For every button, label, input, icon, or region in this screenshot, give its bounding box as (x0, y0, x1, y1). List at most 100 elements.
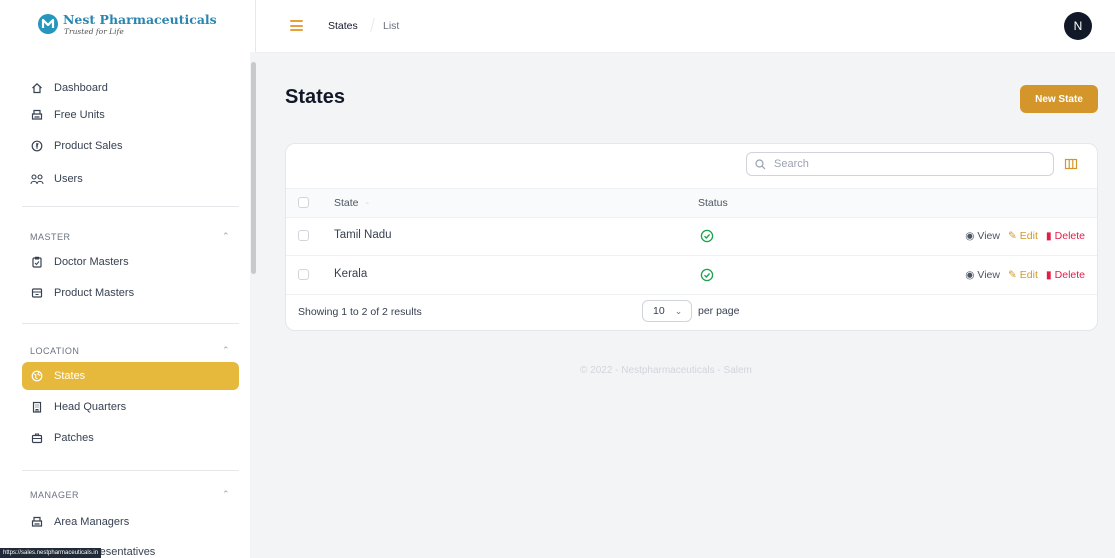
sidebar-item-states[interactable]: States (22, 362, 239, 390)
section-label-location: LOCATION (30, 346, 80, 356)
table-header: State - Status (286, 188, 1097, 218)
state-name: Kerala (334, 268, 368, 280)
sidebar-item-label: Product Sales (54, 140, 123, 152)
brand-name: Nest Pharmaceuticals (63, 12, 217, 27)
check-circle-icon (700, 229, 714, 243)
check-circle-icon (700, 268, 714, 282)
sidebar-item-doctor-masters[interactable]: Doctor Masters (22, 248, 239, 276)
archive-icon (30, 286, 44, 300)
divider (22, 323, 239, 324)
sidebar-scrollbar-thumb[interactable] (251, 62, 256, 274)
search-icon (755, 158, 766, 170)
sidebar: Nest Pharmaceuticals Trusted for Life Da… (0, 0, 256, 558)
per-page-label: per page (698, 305, 740, 317)
brand-logo-icon (38, 14, 58, 34)
column-header-state[interactable]: State - (334, 197, 369, 209)
per-page-value: 10 (653, 305, 665, 317)
chevron-up-icon[interactable]: ⌃ (222, 231, 230, 242)
sidebar-item-representatives[interactable]: resentatives (96, 546, 155, 558)
results-summary: Showing 1 to 2 of 2 results (298, 306, 422, 318)
sidebar-item-label: States (54, 370, 86, 382)
globe-icon (30, 369, 44, 383)
search-box[interactable] (746, 152, 1054, 176)
brand[interactable]: Nest Pharmaceuticals Trusted for Life (38, 10, 248, 40)
chevron-down-icon: ⌄ (674, 305, 683, 316)
sidebar-item-label: Area Managers (54, 516, 130, 528)
edit-label: Edit (1019, 230, 1038, 242)
chevron-up-icon[interactable]: ⌃ (222, 345, 230, 356)
page-title: States (285, 86, 346, 108)
edit-label: Edit (1019, 269, 1038, 281)
sidebar-item-label: Head Quarters (54, 401, 127, 413)
row-actions: ◉ View ✎ Edit ▮ Delete (965, 230, 1085, 242)
sidebar-item-label: Dashboard (54, 82, 108, 94)
sidebar-item-patches[interactable]: Patches (22, 424, 239, 452)
view-label: View (977, 269, 1000, 281)
eye-icon: ◉ (965, 269, 975, 281)
delete-label: Delete (1054, 269, 1085, 281)
chevron-up-icon[interactable]: ⌃ (222, 489, 230, 500)
breadcrumb-list: List (383, 20, 400, 32)
select-all-checkbox[interactable] (298, 197, 309, 208)
sort-icon: - (365, 197, 369, 209)
trash-icon: ▮ (1045, 230, 1052, 242)
row-checkbox[interactable] (298, 230, 309, 241)
clipboard-icon (30, 255, 44, 269)
menu-icon[interactable] (290, 20, 303, 31)
eye-icon: ◉ (965, 230, 975, 242)
status-url: https://sales.nestpharmaceuticals.in (0, 548, 102, 558)
printer-icon (30, 108, 44, 122)
table-row: Tamil Nadu ◉ View ✎ Edit ▮ Delete (286, 217, 1097, 256)
topbar: States List (256, 0, 1115, 53)
breadcrumb-states[interactable]: States (328, 20, 358, 32)
sidebar-item-users[interactable]: Users (22, 165, 239, 193)
row-checkbox[interactable] (298, 269, 309, 280)
users-icon (30, 172, 44, 186)
table-row: Kerala ◉ View ✎ Edit ▮ Delete (286, 256, 1097, 295)
sidebar-item-label: Doctor Masters (54, 256, 129, 268)
section-label-master: MASTER (30, 232, 71, 242)
breadcrumb-separator (370, 18, 375, 32)
avatar[interactable]: N (1064, 12, 1092, 40)
sidebar-item-product-masters[interactable]: Product Masters (22, 279, 239, 307)
sidebar-item-dashboard[interactable]: Dashboard (22, 74, 239, 102)
home-icon (30, 81, 44, 95)
search-input[interactable] (772, 157, 1026, 171)
sidebar-item-label: Patches (54, 432, 94, 444)
sidebar-item-product-sales[interactable]: Product Sales (22, 132, 239, 160)
sidebar-item-free-units[interactable]: Free Units (22, 101, 239, 129)
divider (22, 206, 239, 207)
table-footer: Showing 1 to 2 of 2 results 10 ⌄ per pag… (286, 294, 1097, 330)
columns-toggle-icon[interactable] (1064, 157, 1078, 171)
edit-button[interactable]: ✎ Edit (1008, 269, 1038, 281)
printer-icon (30, 515, 44, 529)
delete-button[interactable]: ▮ Delete (1046, 230, 1085, 242)
sidebar-item-head-quarters[interactable]: Head Quarters (22, 393, 239, 421)
edit-button[interactable]: ✎ Edit (1008, 230, 1038, 242)
pencil-icon: ✎ (1007, 269, 1017, 281)
copyright-footer: © 2022 - Nestpharmaceuticals - Salem (580, 365, 752, 376)
column-header-label: State (334, 197, 359, 209)
building-icon (30, 400, 44, 414)
column-header-status: Status (698, 197, 728, 209)
states-table-card: State - Status Tamil Nadu ◉View ✎Edit ▮D… (285, 143, 1098, 331)
coin-icon (30, 139, 44, 153)
briefcase-icon (30, 431, 44, 445)
section-label-manager: MANAGER (30, 490, 80, 500)
row-actions: ◉ View ✎ Edit ▮ Delete (965, 269, 1085, 281)
trash-icon: ▮ (1045, 269, 1052, 281)
view-button[interactable]: ◉ View (965, 269, 1000, 281)
sidebar-item-label: Users (54, 173, 83, 185)
divider (22, 470, 239, 471)
state-name: Tamil Nadu (334, 229, 392, 241)
pencil-icon: ✎ (1007, 230, 1017, 242)
sidebar-item-label: Product Masters (54, 287, 135, 299)
view-label: View (977, 230, 1000, 242)
delete-button[interactable]: ▮ Delete (1046, 269, 1085, 281)
new-state-button[interactable]: New State (1020, 85, 1098, 113)
view-button[interactable]: ◉ View (965, 230, 1000, 242)
sidebar-item-area-managers[interactable]: Area Managers (22, 508, 239, 536)
brand-tagline: Trusted for Life (64, 27, 124, 36)
delete-label: Delete (1054, 230, 1085, 242)
per-page-select[interactable]: 10 ⌄ (642, 300, 692, 322)
